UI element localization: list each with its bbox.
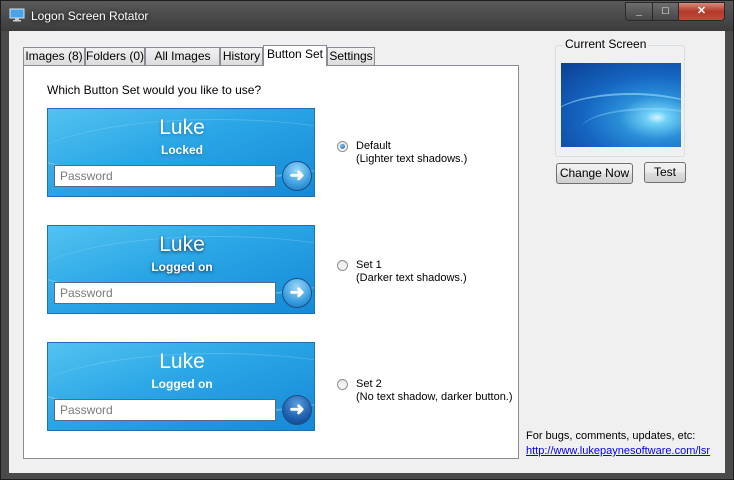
maximize-button[interactable]: □ xyxy=(652,2,679,21)
preview-password-field: Password xyxy=(54,399,276,421)
tab-folders[interactable]: Folders (0) xyxy=(85,47,145,65)
option-set-2-title: Set 2 xyxy=(356,378,382,390)
option-set-1-description: (Darker text shadows.) xyxy=(356,272,467,284)
test-button[interactable]: Test xyxy=(644,162,686,183)
minimize-icon: _ xyxy=(635,5,643,17)
current-screen-label: Current Screen xyxy=(563,37,649,51)
tab-images[interactable]: Images (8) xyxy=(23,47,85,65)
maximize-icon: □ xyxy=(662,5,669,17)
preview-status: Logged on xyxy=(151,260,213,274)
option-set-1-title: Set 1 xyxy=(356,259,382,271)
button-set-preview-set-1: Luke Logged on Password ➜ xyxy=(47,225,315,314)
arrow-right-icon: ➜ xyxy=(289,165,305,185)
button-set-preview-set-2: Luke Logged on Password ➜ xyxy=(47,342,315,431)
preview-password-field: Password xyxy=(54,165,276,187)
title-bar[interactable]: Logon Screen Rotator _ □ ✕ xyxy=(1,1,733,31)
radio-set-1[interactable] xyxy=(337,260,348,271)
close-button[interactable]: ✕ xyxy=(678,2,725,21)
option-default-description: (Lighter text shadows.) xyxy=(356,153,468,165)
window-title: Logon Screen Rotator xyxy=(31,9,149,23)
arrow-right-icon: ➜ xyxy=(289,282,305,302)
change-now-button[interactable]: Change Now xyxy=(556,163,633,184)
app-window: Logon Screen Rotator _ □ ✕ Images (8) Fo… xyxy=(0,0,734,480)
client-area: Images (8) Folders (0) All Images (8) Hi… xyxy=(9,31,725,473)
radio-default[interactable] xyxy=(337,141,348,152)
button-set-preview-default: Luke Locked Password ➜ xyxy=(47,108,315,197)
preview-status: Locked xyxy=(160,143,203,157)
minimize-button[interactable]: _ xyxy=(625,2,653,21)
radio-set-2[interactable] xyxy=(337,379,348,390)
preview-arrow-button: ➜ xyxy=(282,395,312,425)
arrow-right-icon: ➜ xyxy=(289,399,305,419)
website-link[interactable]: http://www.lukepaynesoftware.com/lsr xyxy=(526,445,710,457)
monitor-icon xyxy=(9,8,25,22)
preview-arrow-button: ➜ xyxy=(282,278,312,308)
preview-user-name: Luke xyxy=(159,116,205,139)
preview-arrow-button: ➜ xyxy=(282,161,312,191)
close-icon: ✕ xyxy=(696,5,707,17)
tab-button-set[interactable]: Button Set xyxy=(263,45,327,66)
tab-all-images[interactable]: All Images (8) xyxy=(145,47,220,79)
preview-user-name: Luke xyxy=(159,350,205,373)
option-default-title: Default xyxy=(356,140,391,152)
tab-history[interactable]: History xyxy=(220,47,263,65)
preview-password-field: Password xyxy=(54,282,276,304)
footer-text: For bugs, comments, updates, etc: xyxy=(526,430,696,442)
option-set-2-description: (No text shadow, darker button.) xyxy=(356,391,513,403)
preview-user-name: Luke xyxy=(159,233,205,256)
button-set-question: Which Button Set would you like to use? xyxy=(47,83,262,97)
tab-settings[interactable]: Settings xyxy=(327,47,375,65)
button-set-panel: Which Button Set would you like to use? … xyxy=(23,65,519,459)
preview-status: Logged on xyxy=(151,377,213,391)
current-screen-thumbnail xyxy=(561,63,681,147)
